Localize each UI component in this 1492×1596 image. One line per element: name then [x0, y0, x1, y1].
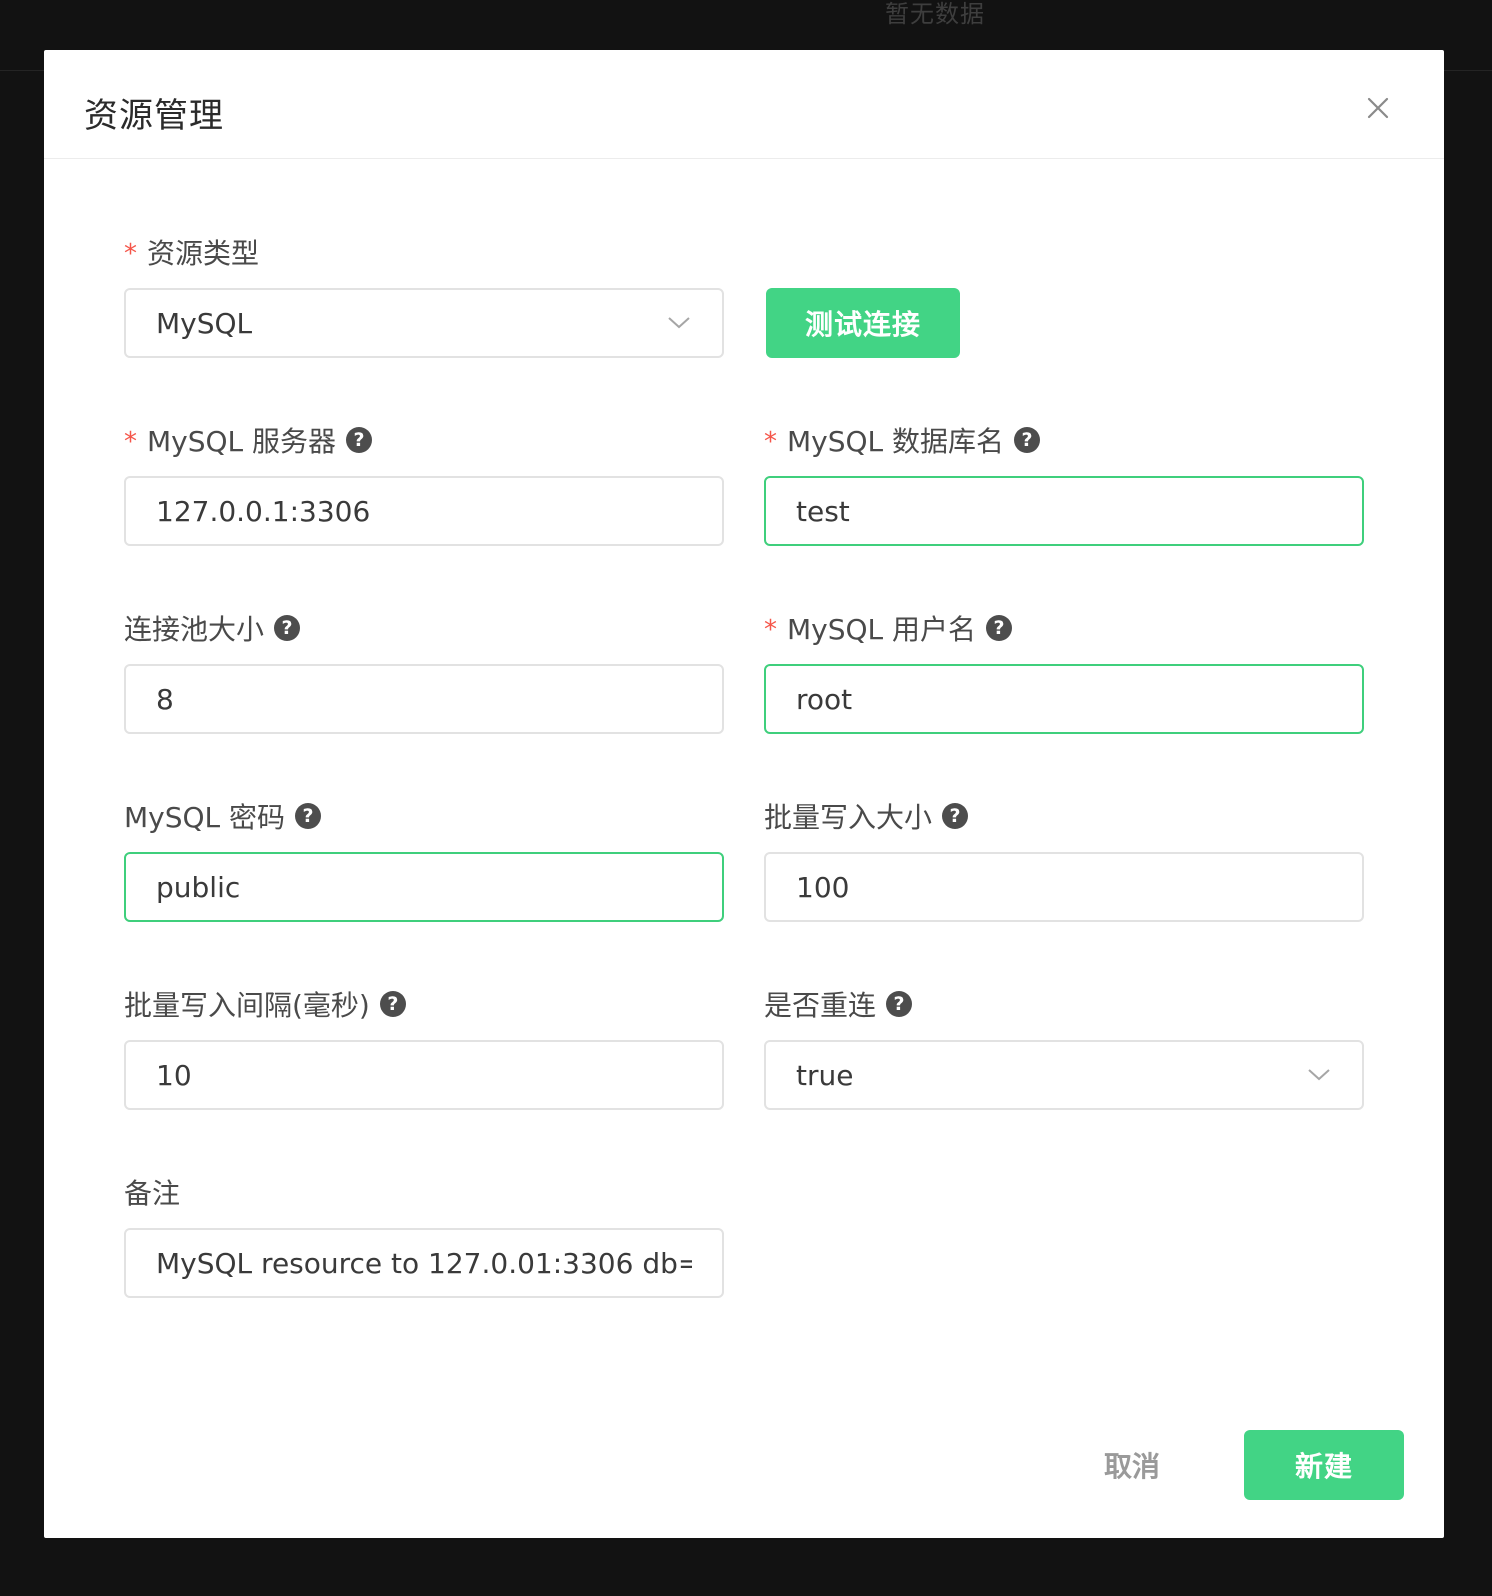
- batch-interval-input[interactable]: 10: [124, 1040, 724, 1110]
- password-value: public: [156, 870, 241, 904]
- username-value: root: [796, 682, 853, 716]
- reconnect-value: true: [796, 1058, 854, 1092]
- required-mark: *: [124, 427, 137, 457]
- batch-interval-label-text: 批量写入间隔(毫秒): [124, 989, 370, 1022]
- empty-data-text: 暂无数据: [885, 0, 985, 28]
- help-icon[interactable]: ?: [295, 803, 322, 829]
- database-value: test: [796, 494, 850, 528]
- reconnect-label-text: 是否重连: [764, 989, 877, 1022]
- note-value: MySQL resource to 127.0.01:3306 db=test: [156, 1246, 692, 1280]
- server-label: * MySQL 服务器 ?: [124, 420, 373, 460]
- database-label-text: MySQL 数据库名: [787, 425, 1005, 458]
- help-icon[interactable]: ?: [942, 803, 969, 829]
- help-icon[interactable]: ?: [1014, 427, 1041, 453]
- batch-interval-label: 批量写入间隔(毫秒) ?: [124, 984, 406, 1024]
- resource-type-label-text: 资源类型: [147, 237, 260, 270]
- help-icon[interactable]: ?: [886, 991, 913, 1017]
- resource-type-value: MySQL: [156, 306, 253, 340]
- help-icon[interactable]: ?: [346, 427, 373, 453]
- resource-modal: 资源管理 * 资源类型 MySQL 测试连接 * MySQL 服务器 ? 127…: [44, 50, 1444, 1538]
- batch-size-value: 100: [796, 870, 850, 904]
- note-input[interactable]: MySQL resource to 127.0.01:3306 db=test: [124, 1228, 724, 1298]
- reconnect-label: 是否重连 ?: [764, 984, 913, 1024]
- username-input[interactable]: root: [764, 664, 1364, 734]
- help-icon[interactable]: ?: [379, 991, 406, 1017]
- help-icon[interactable]: ?: [986, 615, 1013, 641]
- username-label: * MySQL 用户名 ?: [764, 608, 1013, 648]
- resource-type-label: * 资源类型: [124, 232, 259, 272]
- reconnect-select[interactable]: true: [764, 1040, 1364, 1110]
- server-value: 127.0.0.1:3306: [156, 494, 371, 528]
- pool-size-value: 8: [156, 682, 174, 716]
- database-input[interactable]: test: [764, 476, 1364, 546]
- required-mark: *: [124, 239, 137, 269]
- note-label-text: 备注: [124, 1177, 181, 1210]
- cancel-button[interactable]: 取消: [1062, 1430, 1202, 1500]
- modal-header: 资源管理: [44, 50, 1444, 159]
- batch-size-input[interactable]: 100: [764, 852, 1364, 922]
- help-icon[interactable]: ?: [274, 615, 301, 641]
- password-label: MySQL 密码 ?: [124, 796, 322, 836]
- pool-size-label-text: 连接池大小: [124, 613, 265, 646]
- required-mark: *: [764, 615, 777, 645]
- database-label: * MySQL 数据库名 ?: [764, 420, 1041, 460]
- required-mark: *: [764, 427, 777, 457]
- chevron-down-icon: [668, 317, 690, 329]
- create-button[interactable]: 新建: [1244, 1430, 1404, 1500]
- modal-title: 资源管理: [84, 96, 224, 136]
- password-label-text: MySQL 密码: [124, 801, 286, 834]
- batch-interval-value: 10: [156, 1058, 192, 1092]
- server-input[interactable]: 127.0.0.1:3306: [124, 476, 724, 546]
- batch-size-label-text: 批量写入大小: [764, 801, 933, 834]
- pool-size-input[interactable]: 8: [124, 664, 724, 734]
- pool-size-label: 连接池大小 ?: [124, 608, 301, 648]
- server-label-text: MySQL 服务器: [147, 425, 337, 458]
- test-connection-button[interactable]: 测试连接: [766, 288, 960, 358]
- username-label-text: MySQL 用户名: [787, 613, 977, 646]
- close-icon[interactable]: [1360, 90, 1396, 126]
- chevron-down-icon: [1308, 1069, 1330, 1081]
- batch-size-label: 批量写入大小 ?: [764, 796, 969, 836]
- password-input[interactable]: public: [124, 852, 724, 922]
- note-label: 备注: [124, 1172, 180, 1212]
- resource-type-select[interactable]: MySQL: [124, 288, 724, 358]
